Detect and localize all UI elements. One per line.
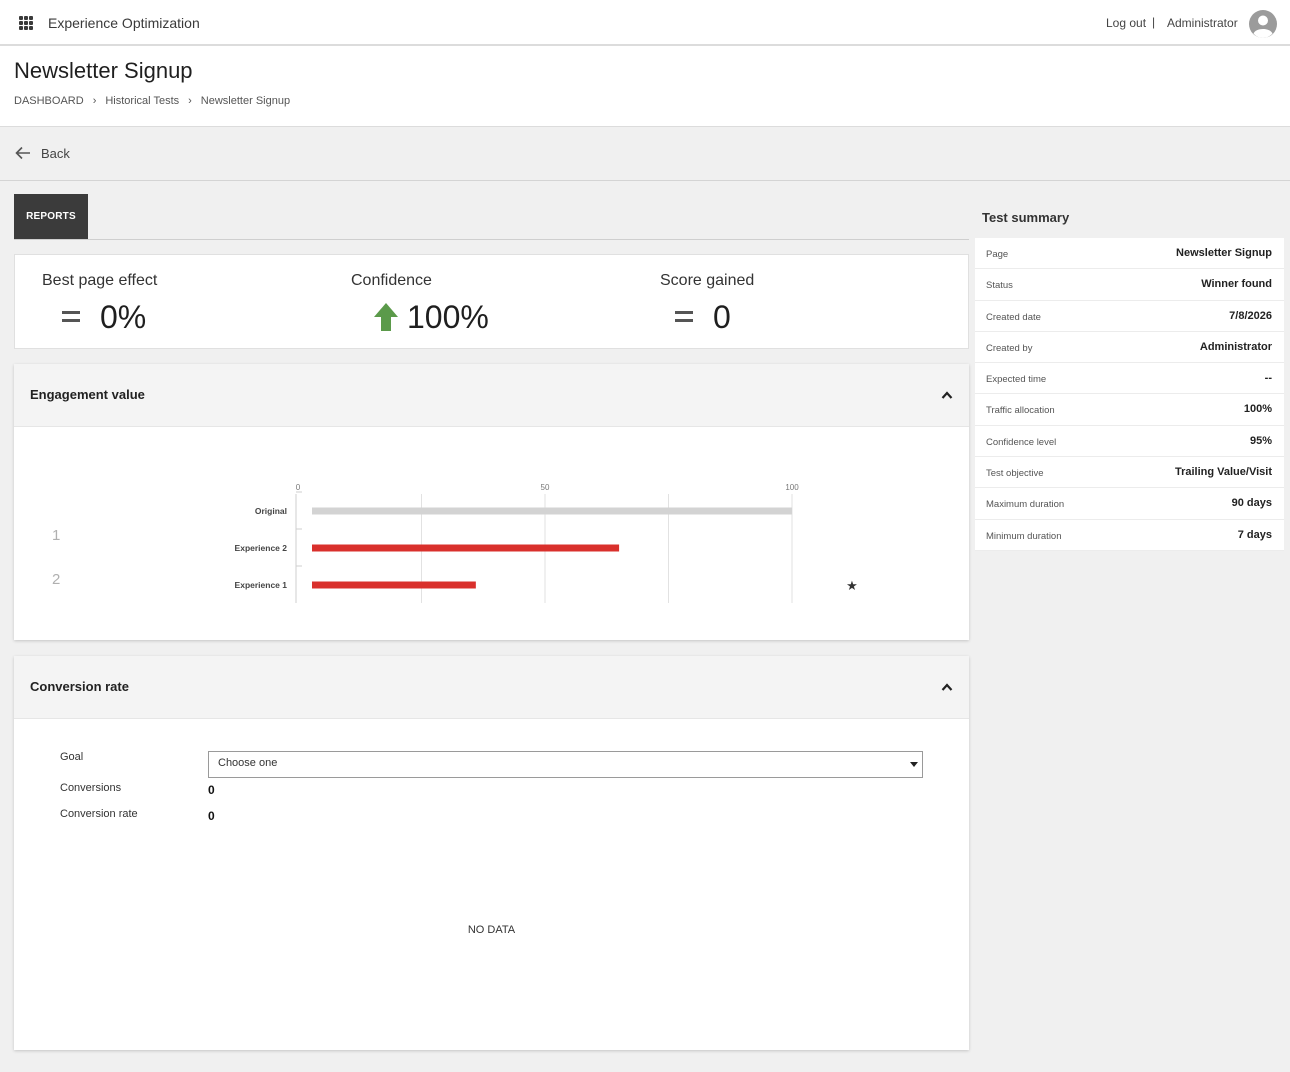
score-gained-value: 0 bbox=[713, 299, 731, 335]
breadcrumb-item-dashboard[interactable]: DASHBOARD bbox=[14, 95, 84, 107]
page-header: Newsletter Signup DASHBOARD › Historical… bbox=[0, 46, 1290, 127]
summary-row: Minimum duration 7 days bbox=[975, 520, 1284, 551]
summary-title: Test summary bbox=[982, 210, 1070, 225]
summary-value: 7 days bbox=[1237, 528, 1272, 541]
goal-label: Goal bbox=[60, 751, 84, 763]
summary-key: Maximum duration bbox=[986, 499, 1065, 511]
summary-row: Created by Administrator bbox=[975, 332, 1284, 364]
app-launcher-icon[interactable] bbox=[19, 16, 33, 30]
chevron-right-icon: › bbox=[92, 95, 97, 107]
summary-value: 100% bbox=[1243, 403, 1272, 416]
chevron-right-icon: › bbox=[188, 95, 192, 107]
bar bbox=[312, 544, 620, 552]
summary-value: 95% bbox=[1249, 434, 1272, 447]
summary-row: Created date 7/8/2026 bbox=[975, 301, 1284, 332]
goal-select[interactable]: Choose one bbox=[208, 751, 923, 778]
x-tick-label: 50 bbox=[541, 483, 550, 492]
back-button[interactable]: Back bbox=[41, 146, 70, 161]
bar bbox=[312, 507, 792, 515]
user-name[interactable]: Administrator bbox=[1167, 16, 1238, 30]
x-tick-label: 0 bbox=[296, 483, 301, 492]
category-label: Original bbox=[255, 506, 287, 516]
summary-key: Test objective bbox=[986, 468, 1044, 480]
summary-value: 90 days bbox=[1231, 497, 1272, 510]
summary-row: Maximum duration 90 days bbox=[975, 488, 1284, 520]
best-page-effect-label: Best page effect bbox=[42, 272, 158, 289]
engagement-title: Engagement value bbox=[30, 387, 145, 402]
summary-value: Newsletter Signup bbox=[1176, 247, 1272, 259]
summary-row: Traffic allocation 100% bbox=[975, 394, 1284, 426]
chevron-up-icon[interactable] bbox=[941, 390, 953, 400]
bar bbox=[312, 581, 476, 589]
summary-key: Created by bbox=[986, 342, 1033, 354]
summary-row: Status Winner found bbox=[975, 269, 1284, 301]
summary-row: Expected time -- bbox=[975, 363, 1284, 395]
summary-key: Created date bbox=[986, 311, 1041, 323]
engagement-chart: 0 50 100 Original Experience 2 Experience 1 ★ bbox=[235, 483, 858, 603]
conversion-rate-value: 0 bbox=[208, 809, 215, 823]
test-summary-panel: Page Newsletter Signup Status Winner found C… bbox=[975, 238, 1284, 551]
caret-down-icon bbox=[910, 762, 918, 767]
breadcrumb: DASHBOARD › Historical Tests › Newslette… bbox=[14, 95, 290, 107]
conversion-panel-header[interactable]: Conversion rate bbox=[14, 656, 969, 719]
summary-row: Test objective Trailing Value/Visit bbox=[975, 457, 1284, 489]
summary-key: Minimum duration bbox=[986, 530, 1062, 542]
arrow-up-icon bbox=[374, 303, 398, 331]
summary-key: Expected time bbox=[986, 374, 1047, 386]
page-title: Newsletter Signup bbox=[14, 58, 193, 83]
conversion-title: Conversion rate bbox=[30, 679, 129, 694]
summary-value: Trailing Value/Visit bbox=[1174, 466, 1272, 479]
x-tick-label: 100 bbox=[785, 483, 799, 492]
summary-value: -- bbox=[1264, 372, 1272, 385]
score-gained-label: Score gained bbox=[660, 272, 755, 289]
conversion-rate-label: Conversion rate bbox=[60, 808, 138, 820]
tab-divider bbox=[14, 239, 969, 240]
back-bar: Back bbox=[0, 127, 1290, 181]
summary-value: Administrator bbox=[1199, 340, 1272, 353]
arrow-left-icon[interactable] bbox=[15, 146, 31, 160]
top-bar: Experience Optimization Log out | Admini… bbox=[0, 0, 1290, 46]
no-data-message: NO DATA bbox=[467, 924, 516, 936]
conversion-panel: Conversion rate Goal Choose one Conversi… bbox=[14, 656, 969, 1050]
separator: | bbox=[1152, 15, 1156, 29]
engagement-panel-header[interactable]: Engagement value bbox=[14, 364, 969, 427]
stats-card: Best page effect 0% Confidence 100% Scor… bbox=[14, 254, 969, 349]
best-page-effect-value: 0% bbox=[100, 299, 147, 335]
summary-value: Winner found bbox=[1201, 278, 1272, 291]
summary-key: Traffic allocation bbox=[986, 405, 1055, 417]
equal-icon bbox=[62, 311, 80, 323]
confidence-value: 100% bbox=[407, 299, 489, 335]
avatar-icon[interactable] bbox=[1248, 9, 1278, 39]
summary-key: Page bbox=[986, 249, 1009, 260]
tab-reports[interactable]: REPORTS bbox=[14, 194, 88, 239]
logout-link[interactable]: Log out bbox=[1106, 16, 1146, 30]
engagement-panel: Engagement value 1 2 0 50 100 Original Exper… bbox=[14, 364, 969, 640]
chevron-up-icon[interactable] bbox=[941, 682, 953, 692]
summary-value: 7/8/2026 bbox=[1229, 309, 1272, 322]
app-title: Experience Optimization bbox=[48, 15, 200, 31]
star-icon: ★ bbox=[846, 579, 858, 594]
breadcrumb-item-historical-tests[interactable]: Historical Tests bbox=[105, 95, 179, 107]
conversions-label: Conversions bbox=[60, 782, 122, 794]
summary-row: Confidence level 95% bbox=[975, 426, 1284, 458]
summary-key: Status bbox=[986, 280, 1013, 292]
goal-select-value: Choose one bbox=[218, 757, 278, 769]
confidence-label: Confidence bbox=[351, 272, 432, 289]
conversions-value: 0 bbox=[208, 783, 215, 797]
breadcrumb-item-current: Newsletter Signup bbox=[200, 95, 291, 107]
equal-icon bbox=[675, 311, 693, 323]
category-label: Experience 1 bbox=[235, 580, 288, 590]
category-label: Experience 2 bbox=[235, 543, 288, 553]
summary-key: Confidence level bbox=[986, 436, 1057, 448]
summary-row: Page Newsletter Signup bbox=[975, 238, 1284, 270]
